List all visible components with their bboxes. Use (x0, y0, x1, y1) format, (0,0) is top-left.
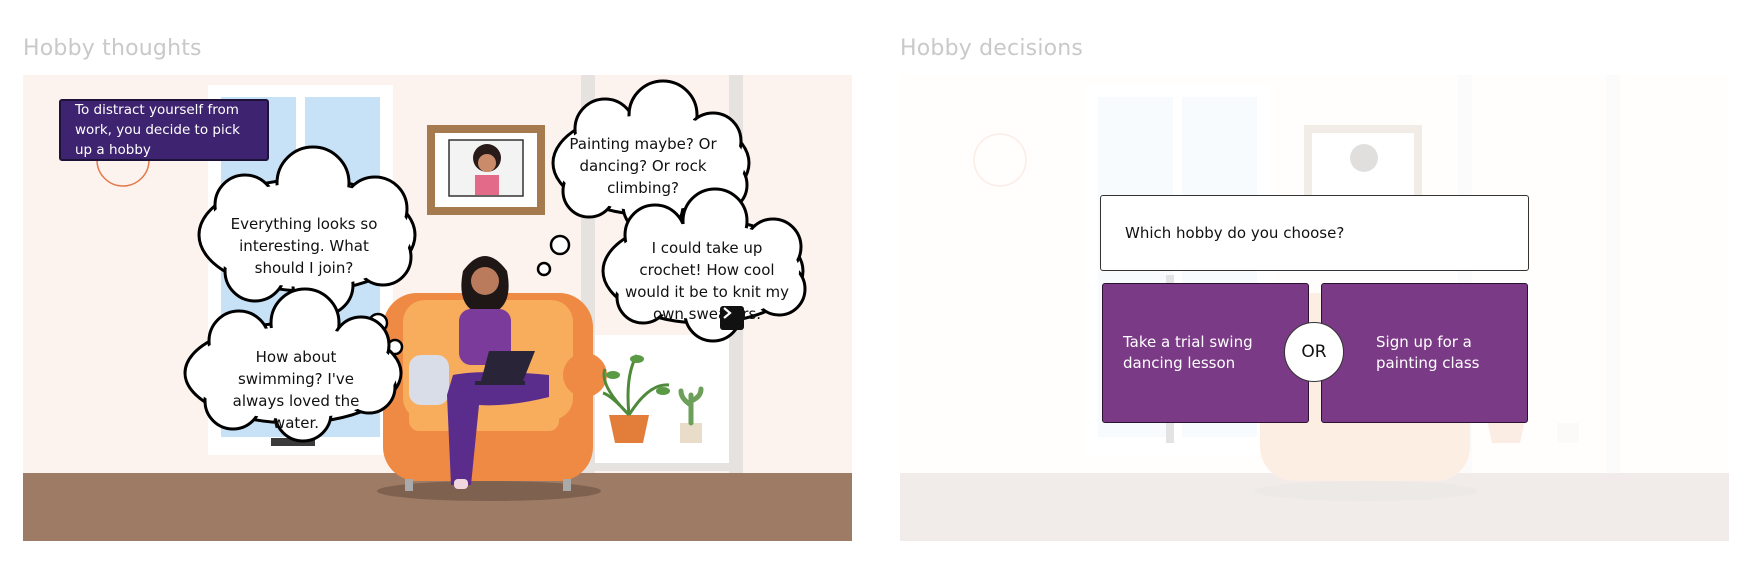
choice-painting-class-button[interactable]: Sign up for a painting class (1321, 283, 1528, 423)
panel-title-hobby-decisions: Hobby decisions (900, 36, 1084, 61)
panel-title-hobby-thoughts: Hobby thoughts (23, 36, 202, 61)
thought-bubble-text: Everything looks so interesting. What sh… (230, 215, 378, 277)
thought-bubble-text: Painting maybe? Or dancing? Or rock clim… (569, 135, 717, 197)
choice-swing-dancing-button[interactable]: Take a trial swing dancing lesson (1102, 283, 1309, 423)
thought-bubble-text: How about swimming? I've always loved th… (232, 348, 360, 432)
chevron-right-icon (723, 307, 732, 319)
hobby-decisions-scene: Which hobby do you choose? Take a trial … (900, 75, 1729, 541)
hobby-thoughts-scene: To distract yourself from work, you deci… (23, 75, 852, 541)
next-button[interactable] (720, 306, 744, 330)
intro-message: To distract yourself from work, you deci… (59, 99, 269, 161)
or-divider: OR (1284, 322, 1344, 382)
scene-overlay (900, 75, 1729, 541)
question-box: Which hobby do you choose? (1100, 195, 1529, 271)
thought-bubble-text: I could take up crochet! How cool would … (624, 239, 790, 323)
